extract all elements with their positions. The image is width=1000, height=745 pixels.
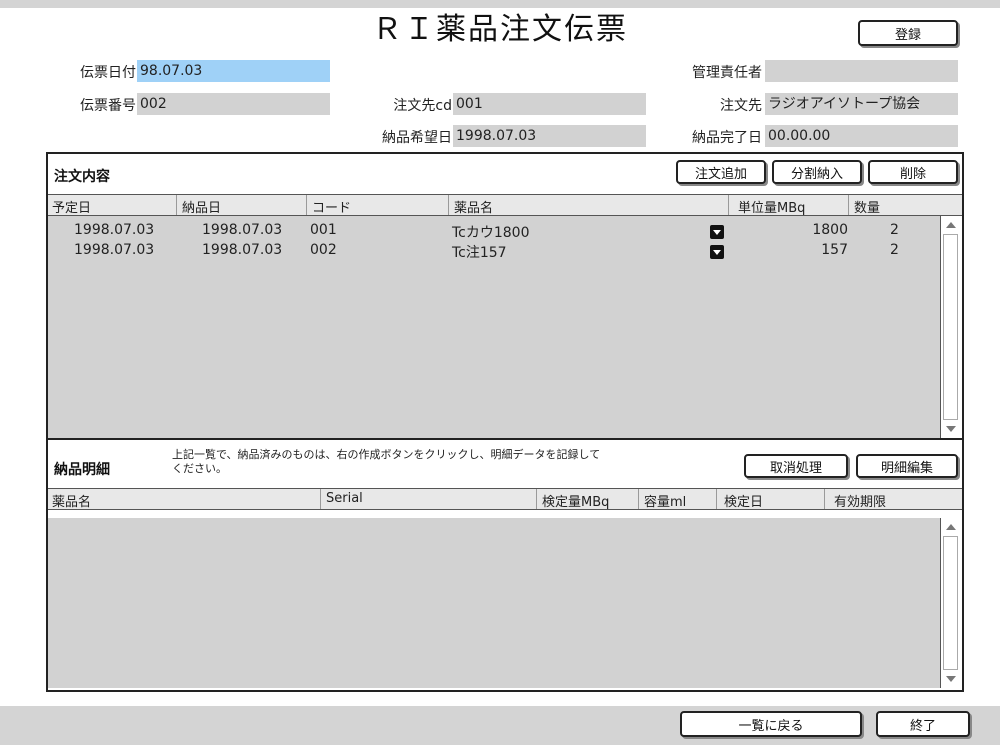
cancel-process-button[interactable]: 取消処理	[744, 454, 848, 478]
delivery-column-header: 薬品名 Serial 検定量MBq 容量ml 検定日 有効期限	[48, 488, 962, 510]
split-delivery-button[interactable]: 分割納入	[772, 160, 862, 184]
col-assay-date: 検定日	[724, 495, 764, 510]
slip-date-field[interactable]: 98.07.03	[137, 60, 330, 82]
slip-number-field[interactable]: 002	[137, 93, 330, 115]
col-expiry: 有効期限	[834, 495, 887, 510]
order-column-header: 予定日 納品日 コード 薬品名 単位量MBq 数量	[48, 194, 962, 216]
order-list[interactable]: 1998.07.03 1998.07.03 001 Tcカウ1800 1800 …	[48, 216, 940, 438]
col-unit-mbq: 単位量MBq	[738, 201, 806, 216]
table-row[interactable]: 1998.07.03 1998.07.03 002 Tc注157 157 2	[48, 242, 940, 262]
scroll-down-icon[interactable]	[946, 676, 956, 682]
manager-label: 管理責任者	[692, 65, 762, 81]
order-section-title: 注文内容	[54, 169, 110, 185]
supplier-field[interactable]: ラジオアイソトープ協会	[765, 93, 958, 115]
dropdown-arrow-icon[interactable]	[710, 245, 724, 259]
supplier-cd-label: 注文先cd	[393, 98, 452, 114]
desired-date-field[interactable]: 1998.07.03	[453, 125, 646, 147]
desired-date-label: 納品希望日	[382, 130, 452, 146]
order-panel: 注文内容 注文追加 分割納入 削除 予定日 納品日 コード 薬品名 単位量MBq…	[46, 152, 964, 692]
delivery-instruction: 上記一覧で、納品済みのものは、右の作成ボタンをクリックし、明細データを記録して …	[172, 448, 601, 475]
manager-field[interactable]	[765, 60, 958, 82]
complete-date-field[interactable]: 00.00.00	[765, 125, 958, 147]
col-scheduled-date: 予定日	[52, 201, 92, 216]
delete-button[interactable]: 削除	[868, 160, 958, 184]
scroll-up-icon[interactable]	[946, 222, 956, 228]
col-code: コード	[312, 201, 352, 216]
scroll-down-icon[interactable]	[946, 426, 956, 432]
section-divider	[48, 438, 962, 440]
col-serial: Serial	[326, 491, 363, 506]
back-to-list-button[interactable]: 一覧に戻る	[680, 711, 862, 737]
delivery-list-scrollbar[interactable]	[940, 518, 960, 688]
register-button[interactable]: 登録	[858, 20, 958, 46]
col-volume-ml: 容量ml	[644, 495, 687, 510]
slip-number-label: 伝票番号	[80, 98, 136, 114]
page-title: ＲＩ薬品注文伝票	[372, 12, 628, 47]
window-top-bar	[0, 0, 1000, 8]
delivery-section-title: 納品明細	[54, 462, 110, 478]
col-drug-name: 薬品名	[52, 495, 92, 510]
col-drug-name: 薬品名	[454, 201, 494, 216]
add-order-button[interactable]: 注文追加	[676, 160, 766, 184]
delivery-list[interactable]	[48, 518, 940, 688]
exit-button[interactable]: 終了	[876, 711, 970, 737]
col-quantity: 数量	[854, 201, 881, 216]
dropdown-arrow-icon[interactable]	[710, 225, 724, 239]
col-delivery-date: 納品日	[182, 201, 222, 216]
supplier-label: 注文先	[720, 98, 762, 114]
col-assay-mbq: 検定量MBq	[542, 495, 610, 510]
complete-date-label: 納品完了日	[692, 130, 762, 146]
scroll-up-icon[interactable]	[946, 524, 956, 530]
supplier-cd-field[interactable]: 001	[453, 93, 646, 115]
edit-details-button[interactable]: 明細編集	[856, 454, 958, 478]
table-row[interactable]: 1998.07.03 1998.07.03 001 Tcカウ1800 1800 …	[48, 222, 940, 242]
order-list-scrollbar[interactable]	[940, 216, 960, 438]
slip-date-label: 伝票日付	[80, 65, 136, 81]
